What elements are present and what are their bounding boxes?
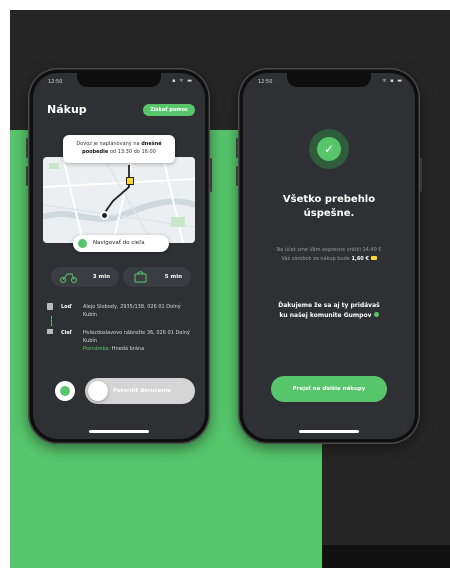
route-map[interactable] xyxy=(43,157,195,243)
delivery-time-info: Dovoz je naplánovaný na dnešné poobedie … xyxy=(63,135,175,163)
checkmark-icon: ✓ xyxy=(317,137,341,161)
success-title-line1: Všetko prebehlo xyxy=(282,194,376,205)
power-button xyxy=(210,158,212,192)
status-icons: ᯤ ▪ ▬ xyxy=(382,78,403,84)
slider-label: Potvrdiť doručenie xyxy=(113,388,171,394)
from-label: Loď xyxy=(61,304,72,310)
money-icon xyxy=(370,256,377,260)
thanks-message: Ďakujeme že sa aj ty pridávaš ku našej k… xyxy=(253,301,405,321)
volume-button xyxy=(236,166,238,186)
to-address: Hviezdoslavovo nábrežie 36, 026 01 Dolný… xyxy=(83,330,190,344)
shopping-bag-icon xyxy=(134,271,147,283)
navigate-label: Navigovať do cieľa xyxy=(93,240,145,246)
walk-time: 3 min xyxy=(92,274,110,280)
volume-button xyxy=(26,138,28,158)
left-phone: 12:50 ▪ ᯤ ▬ Nákup Získať pomoc Dovoz je … xyxy=(26,68,212,444)
note-text: Hnedá brána xyxy=(111,346,145,352)
success-title: Všetko prebehlo úspešne. xyxy=(253,193,405,221)
from-address: Alejo Slobody, 2935/138, 026 01 Dolný Ku… xyxy=(83,304,181,318)
cart-time-chip: 5 min xyxy=(123,267,191,287)
route-from: Loď Alejo Slobody, 2935/138, 026 01 Doln… xyxy=(47,303,197,319)
note-label: Poznámka: xyxy=(83,346,111,352)
earnings-prefix: Váš zárobok za nákup bude xyxy=(281,256,350,262)
to-label: Cieľ xyxy=(61,330,73,336)
flag-icon xyxy=(47,329,53,334)
right-phone: 12:50 ᯤ ▪ ▬ ✓ Všetko prebehlo úspešne. N… xyxy=(236,68,422,444)
notch xyxy=(77,73,161,87)
chat-button[interactable] xyxy=(55,381,75,401)
success-title-line2: úspešne. xyxy=(303,208,355,219)
power-button xyxy=(420,158,422,192)
map-pin-icon xyxy=(100,211,109,220)
scooter-icon xyxy=(60,273,77,283)
canvas: 12:50 ▪ ᯤ ▬ Nákup Získať pomoc Dovoz je … xyxy=(0,0,450,568)
info-suffix: od 13:30 do 16:00 xyxy=(109,149,156,155)
notch xyxy=(287,73,371,87)
slider-handle[interactable] xyxy=(88,381,108,401)
cart-time: 5 min xyxy=(164,274,182,280)
route-to: Cieľ Hviezdoslavovo nábrežie 36, 026 01 … xyxy=(47,329,197,359)
page-title: Nákup xyxy=(47,103,87,116)
chat-icon xyxy=(60,386,70,396)
status-time: 12:50 xyxy=(48,79,63,85)
walk-time-chip: 3 min xyxy=(51,267,119,287)
status-time: 12:50 xyxy=(258,79,273,85)
refund-info: Na účet sme Vám expresne vrátili 14,40 €… xyxy=(253,246,405,264)
to-address-block: Hviezdoslavovo nábrežie 36, 026 01 Dolný… xyxy=(83,329,193,353)
earnings-amount: 1,60 € xyxy=(351,256,370,262)
refund-line: Na účet sme Vám expresne vrátili 14,40 € xyxy=(276,247,382,253)
confirm-delivery-slider[interactable]: Potvrdiť doručenie xyxy=(85,378,195,404)
map-graphic xyxy=(43,157,195,243)
store-icon xyxy=(47,303,53,310)
status-icons: ▪ ᯤ ▬ xyxy=(172,78,193,84)
get-help-button[interactable]: Získať pomoc xyxy=(143,104,195,116)
route-connector xyxy=(51,316,52,326)
clover-icon xyxy=(373,312,379,317)
home-indicator xyxy=(89,430,149,433)
thanks-line2: ku našej komunite Gumpov xyxy=(279,312,372,319)
order-screen: 12:50 ▪ ᯤ ▬ Nákup Získať pomoc Dovoz je … xyxy=(33,73,205,439)
volume-button xyxy=(236,138,238,158)
navigate-button[interactable]: Navigovať do cieľa xyxy=(73,235,169,252)
success-screen: 12:50 ᯤ ▪ ▬ ✓ Všetko prebehlo úspešne. N… xyxy=(243,73,415,439)
info-prefix: Dovoz je naplánovaný na xyxy=(76,141,140,147)
background-strip xyxy=(322,545,450,568)
thanks-line1: Ďakujeme že sa aj ty pridávaš xyxy=(278,302,380,309)
home-indicator xyxy=(299,430,359,433)
success-badge: ✓ xyxy=(309,129,349,169)
destination-marker-icon xyxy=(126,177,134,185)
next-orders-button[interactable]: Prejsť na ďalšie nákupy xyxy=(271,376,387,402)
navigate-icon xyxy=(78,239,87,248)
volume-button xyxy=(26,166,28,186)
